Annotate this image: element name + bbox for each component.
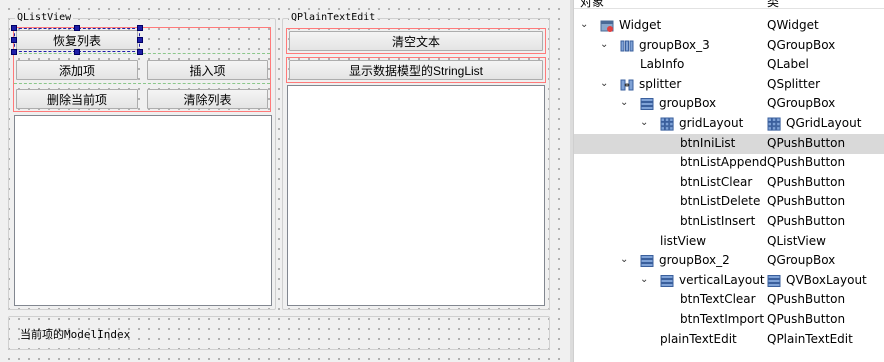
list-view[interactable] bbox=[14, 115, 272, 306]
tree-row-class-name: QPushButton bbox=[767, 174, 846, 189]
designer-form-canvas[interactable]: QListView 恢复列表 添加项 插入项 删除当前项 清除列表 QPlain… bbox=[0, 0, 562, 362]
tree-row-class-name: QGroupBox bbox=[767, 96, 836, 111]
tree-row-class-name: QPlainTextEdit bbox=[767, 331, 853, 346]
widget-icon bbox=[600, 19, 614, 33]
resize-handle[interactable] bbox=[11, 25, 17, 31]
header-object[interactable]: 对象 bbox=[580, 0, 604, 10]
chevron-down-icon[interactable]: ⌄ bbox=[580, 20, 590, 30]
tree-row-class-name: QPushButton bbox=[767, 312, 846, 326]
tree-row-btnlistappend[interactable]: btnListAppend QPushButton bbox=[574, 153, 884, 173]
tree-row-groupbox_3[interactable]: ⌄ groupBox_3 QGroupBox bbox=[574, 36, 884, 56]
tree-row-gridlayout[interactable]: ⌄ gridLayout QGridLayout bbox=[574, 114, 884, 134]
chevron-down-icon[interactable]: ⌄ bbox=[640, 274, 650, 285]
clear-text-button[interactable]: 清空文本 bbox=[289, 31, 543, 51]
tree-row-object-name: groupBox_2 bbox=[659, 253, 730, 268]
resize-handle[interactable] bbox=[137, 25, 143, 31]
tree-row-btnlistdelete[interactable]: btnListDelete QPushButton bbox=[574, 192, 884, 212]
tree-row-object-name: splitter bbox=[639, 76, 682, 91]
grid-layout-icon bbox=[660, 117, 674, 131]
tree-row-object-name: LabInfo bbox=[640, 57, 685, 72]
vbox-layout-icon bbox=[767, 274, 781, 288]
tree-row-btntextimport[interactable]: btnTextImport QPushButton bbox=[574, 310, 884, 330]
tree-row-groupbox_2[interactable]: ⌄ groupBox_2 QGroupBox bbox=[574, 251, 884, 271]
tree-row-object-name: btnTextClear bbox=[680, 292, 756, 307]
tree-row-object-name: btnIniList bbox=[680, 135, 736, 150]
tree-row-class-name: QPushButton bbox=[767, 135, 846, 150]
tree-row-btnlistclear[interactable]: btnListClear QPushButton bbox=[574, 173, 884, 193]
add-item-button[interactable]: 添加项 bbox=[16, 60, 138, 80]
tree-row-object-name: btnListAppend bbox=[680, 155, 767, 170]
resize-handle[interactable] bbox=[137, 37, 143, 43]
tree-row-class-name: QListView bbox=[767, 233, 826, 248]
tree-row-listview[interactable]: listView QListView bbox=[574, 232, 884, 252]
grid-guide-line bbox=[14, 83, 270, 84]
tree-row-btninilist[interactable]: btnIniList QPushButton bbox=[574, 133, 884, 154]
tree-row-object-name: btnListInsert bbox=[680, 214, 756, 228]
tree-row-btnlistinsert[interactable]: btnListInsert QPushButton bbox=[574, 212, 884, 232]
chevron-down-icon[interactable]: ⌄ bbox=[620, 255, 630, 265]
insert-item-button[interactable]: 插入项 bbox=[147, 60, 268, 80]
tree-row-class-name: QVBoxLayout bbox=[786, 272, 867, 287]
tree-row-class-name: QPushButton bbox=[767, 155, 846, 170]
tree-row-object-name: plainTextEdit bbox=[660, 331, 737, 346]
clear-list-button[interactable]: 清除列表 bbox=[147, 89, 268, 109]
resize-handle[interactable] bbox=[74, 25, 80, 31]
resize-handle[interactable] bbox=[11, 49, 17, 55]
tree-row-labinfo[interactable]: LabInfo QLabel bbox=[574, 55, 884, 75]
tree-row-object-name: listView bbox=[660, 233, 707, 248]
chevron-down-icon[interactable]: ⌄ bbox=[640, 118, 650, 128]
vbox-layout-icon bbox=[660, 274, 674, 288]
tree-row-btntextclear[interactable]: btnTextClear QPushButton bbox=[574, 290, 884, 310]
label-info: 当前项的ModelIndex bbox=[20, 328, 131, 341]
tree-row-class-name: QGroupBox bbox=[767, 37, 836, 52]
tree-row-class-name: QPushButton bbox=[767, 194, 846, 209]
groupbox-listview-title: QListView bbox=[15, 12, 74, 24]
tree-row-object-name: btnListClear bbox=[680, 174, 753, 189]
tree-row-object-name: btnTextImport bbox=[680, 312, 765, 326]
tree-row-groupbox[interactable]: ⌄ groupBox QGroupBox bbox=[574, 94, 884, 114]
tree-row-verticallayout[interactable]: ⌄ verticalLayout QVBoxLayout bbox=[574, 271, 884, 291]
tree-row-class-name: QPushButton bbox=[767, 214, 846, 228]
resize-handle[interactable] bbox=[11, 37, 17, 43]
tree-row-class-name: QPushButton bbox=[767, 292, 846, 307]
chevron-down-icon[interactable]: ⌄ bbox=[620, 98, 630, 108]
tree-row-object-name: verticalLayout bbox=[679, 272, 765, 287]
chevron-down-icon[interactable]: ⌄ bbox=[600, 39, 610, 50]
resize-handle[interactable] bbox=[74, 49, 80, 55]
tree-row-class-name: QSplitter bbox=[767, 76, 821, 91]
tree-row-object-name: gridLayout bbox=[679, 116, 744, 130]
tree-row-plaintextedit[interactable]: plainTextEdit QPlainTextEdit bbox=[574, 330, 884, 350]
delete-current-item-button[interactable]: 删除当前项 bbox=[16, 89, 138, 109]
header-class[interactable]: 类 bbox=[767, 0, 779, 10]
tree-row-class-name: QGridLayout bbox=[786, 116, 862, 130]
hbox-layout-icon bbox=[620, 39, 634, 53]
chevron-down-icon[interactable]: ⌄ bbox=[600, 78, 610, 89]
vbox-layout-icon bbox=[640, 97, 654, 111]
resize-handle[interactable] bbox=[137, 49, 143, 55]
tree-row-object-name: Widget bbox=[619, 18, 662, 32]
tree-row-class-name: QGroupBox bbox=[767, 253, 836, 268]
show-stringlist-button[interactable]: 显示数据模型的StringList bbox=[289, 60, 543, 80]
tree-row-class-name: QLabel bbox=[767, 57, 809, 72]
tree-row-class-name: QWidget bbox=[767, 18, 819, 32]
tree-row-object-name: groupBox_3 bbox=[639, 37, 710, 52]
object-inspector: 对象 类 ⌄ Widget QWidget ⌄ groupBox_3 QGroupBox L… bbox=[573, 0, 884, 362]
groupbox-plaintextedit-title: QPlainTextEdit bbox=[289, 12, 378, 24]
inspector-header: 对象 类 bbox=[574, 0, 884, 9]
splitter-icon bbox=[620, 78, 634, 92]
vbox-layout-icon bbox=[640, 254, 654, 268]
tree-row-object-name: btnListDelete bbox=[680, 194, 761, 209]
tree-row-widget[interactable]: ⌄ Widget QWidget bbox=[574, 16, 884, 36]
grid-layout-icon bbox=[767, 117, 781, 131]
tree-row-splitter[interactable]: ⌄ splitter QSplitter bbox=[574, 75, 884, 95]
tree-row-object-name: groupBox bbox=[659, 96, 717, 111]
plain-text-edit[interactable] bbox=[287, 85, 545, 306]
